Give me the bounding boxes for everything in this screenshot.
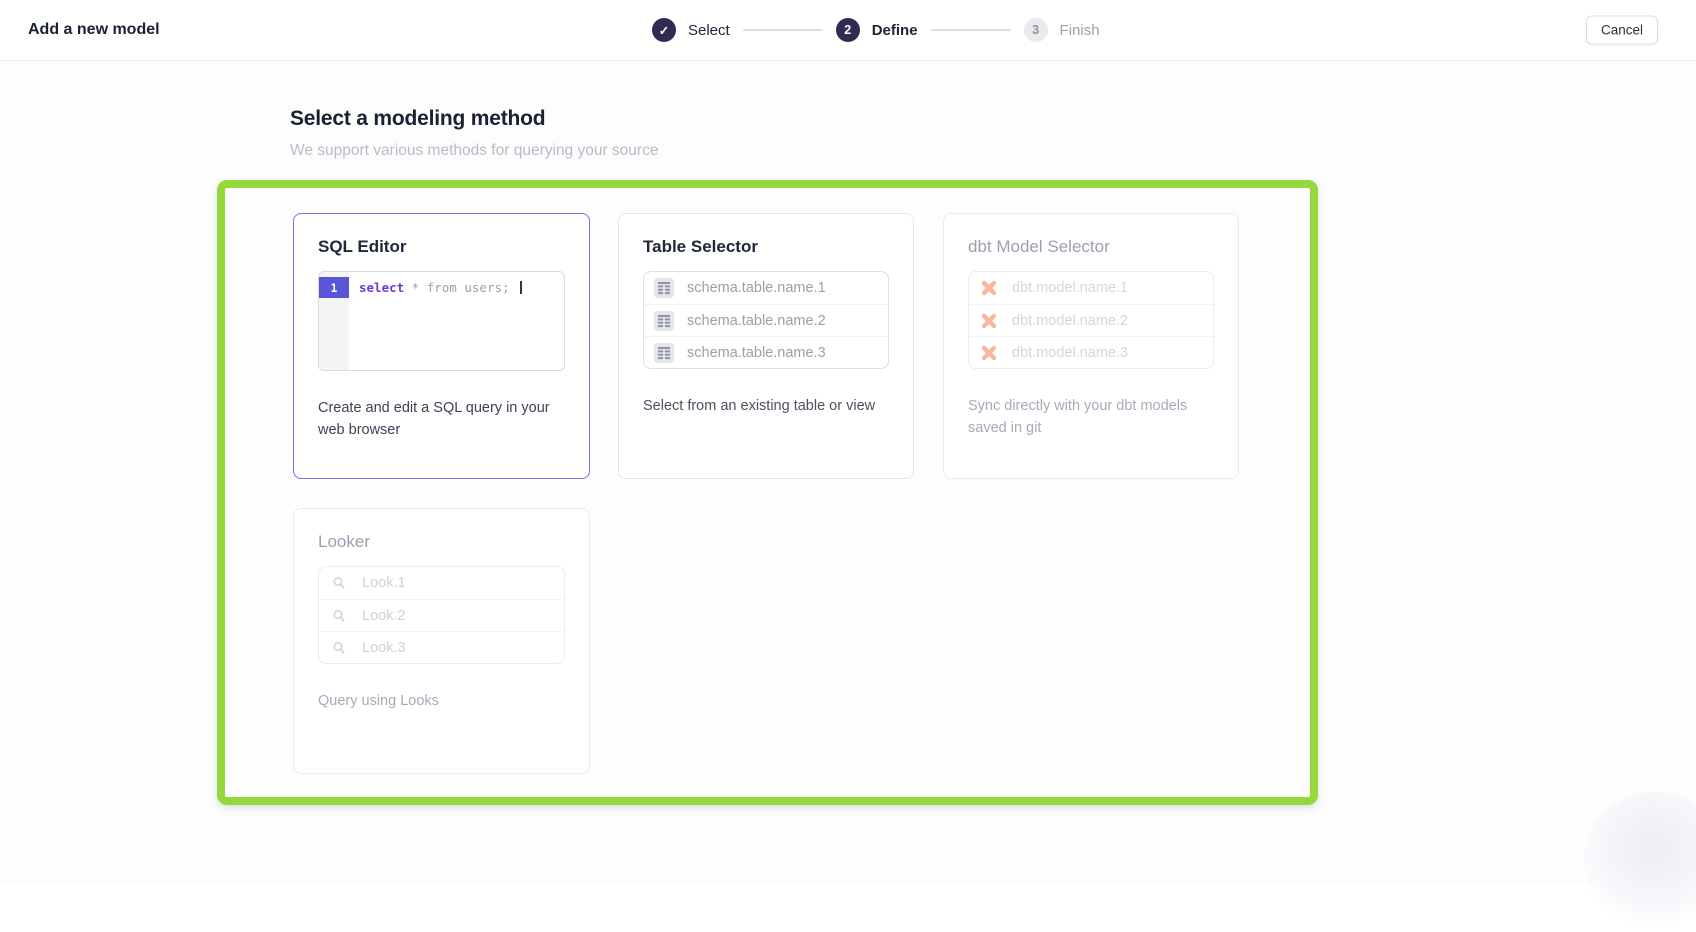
card-dbt-model-selector[interactable]: dbt Model Selector dbt.model.name.1 dbt.… (943, 213, 1239, 479)
page-heading: Select a modeling method (290, 107, 545, 131)
sql-code-rest: * from users; (404, 280, 517, 295)
dbt-logo-icon (979, 343, 999, 363)
card-sql-editor[interactable]: SQL Editor 1 select * from users; Create… (293, 213, 590, 479)
list-item: Look.3 (319, 631, 564, 663)
sql-keyword: select (359, 280, 404, 295)
step-3-badge: 3 (1024, 18, 1048, 42)
card-title: Looker (318, 531, 565, 553)
looker-logo-icon (329, 638, 349, 658)
look-name: Look.2 (362, 608, 406, 624)
editor-code-line: select * from users; (349, 272, 522, 370)
list-item: dbt.model.name.3 (969, 336, 1213, 368)
table-name: schema.table.name.1 (687, 280, 826, 296)
main-content: Select a modeling method We support vari… (0, 61, 1696, 884)
card-table-selector[interactable]: Table Selector schema.table.name.1 schem… (618, 213, 914, 479)
sql-editor-preview: 1 select * from users; (318, 271, 565, 371)
card-description: Select from an existing table or view (643, 395, 889, 417)
step-complete-check-icon: ✓ (652, 18, 676, 42)
step-finish-label: Finish (1060, 22, 1100, 39)
chat-widget[interactable] (1584, 792, 1696, 932)
table-name: schema.table.name.2 (687, 313, 826, 329)
step-finish: 3 Finish (1024, 18, 1100, 42)
dbt-model-name: dbt.model.name.1 (1012, 280, 1128, 296)
card-title: SQL Editor (318, 236, 565, 258)
list-item: schema.table.name.2 (644, 304, 888, 336)
dbt-model-name: dbt.model.name.3 (1012, 345, 1128, 361)
page-title: Add a new model (28, 21, 160, 39)
dbt-list-preview: dbt.model.name.1 dbt.model.name.2 dbt.mo… (968, 271, 1214, 369)
dbt-logo-icon (979, 278, 999, 298)
table-icon (654, 278, 674, 298)
card-description: Sync directly with your dbt models saved… (968, 395, 1214, 439)
card-title: dbt Model Selector (968, 236, 1214, 258)
look-name: Look.3 (362, 640, 406, 656)
looker-logo-icon (329, 606, 349, 626)
step-define[interactable]: 2 Define (836, 18, 918, 42)
list-item: schema.table.name.1 (644, 272, 888, 304)
wizard-header: Add a new model ✓ Select 2 Define 3 Fini… (0, 0, 1696, 61)
card-title: Table Selector (643, 236, 889, 258)
cancel-button[interactable]: Cancel (1586, 16, 1658, 45)
table-icon (654, 311, 674, 331)
step-2-badge: 2 (836, 18, 860, 42)
card-looker[interactable]: Looker Look.1 Look.2 Look.3 Query (293, 508, 590, 774)
table-icon (654, 343, 674, 363)
step-connector (931, 29, 1011, 31)
list-item: schema.table.name.3 (644, 336, 888, 368)
step-define-label: Define (872, 22, 918, 39)
step-select-label: Select (688, 22, 730, 39)
table-name: schema.table.name.3 (687, 345, 826, 361)
look-name: Look.1 (362, 575, 406, 591)
editor-line-number: 1 (319, 277, 349, 298)
looker-logo-icon (329, 573, 349, 593)
list-item: Look.2 (319, 599, 564, 631)
dbt-logo-icon (979, 311, 999, 331)
card-description: Create and edit a SQL query in your web … (318, 397, 565, 441)
list-item: dbt.model.name.2 (969, 304, 1213, 336)
dbt-model-name: dbt.model.name.2 (1012, 313, 1128, 329)
editor-gutter: 1 (319, 272, 349, 370)
table-list-preview: schema.table.name.1 schema.table.name.2 … (643, 271, 889, 369)
list-item: Look.1 (319, 567, 564, 599)
looker-list-preview: Look.1 Look.2 Look.3 (318, 566, 565, 664)
list-item: dbt.model.name.1 (969, 272, 1213, 304)
page-subheading: We support various methods for querying … (290, 142, 658, 160)
step-select[interactable]: ✓ Select (652, 18, 730, 42)
card-description: Query using Looks (318, 690, 565, 712)
step-connector (743, 29, 823, 31)
text-cursor (520, 281, 522, 294)
stepper: ✓ Select 2 Define 3 Finish (652, 0, 1100, 60)
